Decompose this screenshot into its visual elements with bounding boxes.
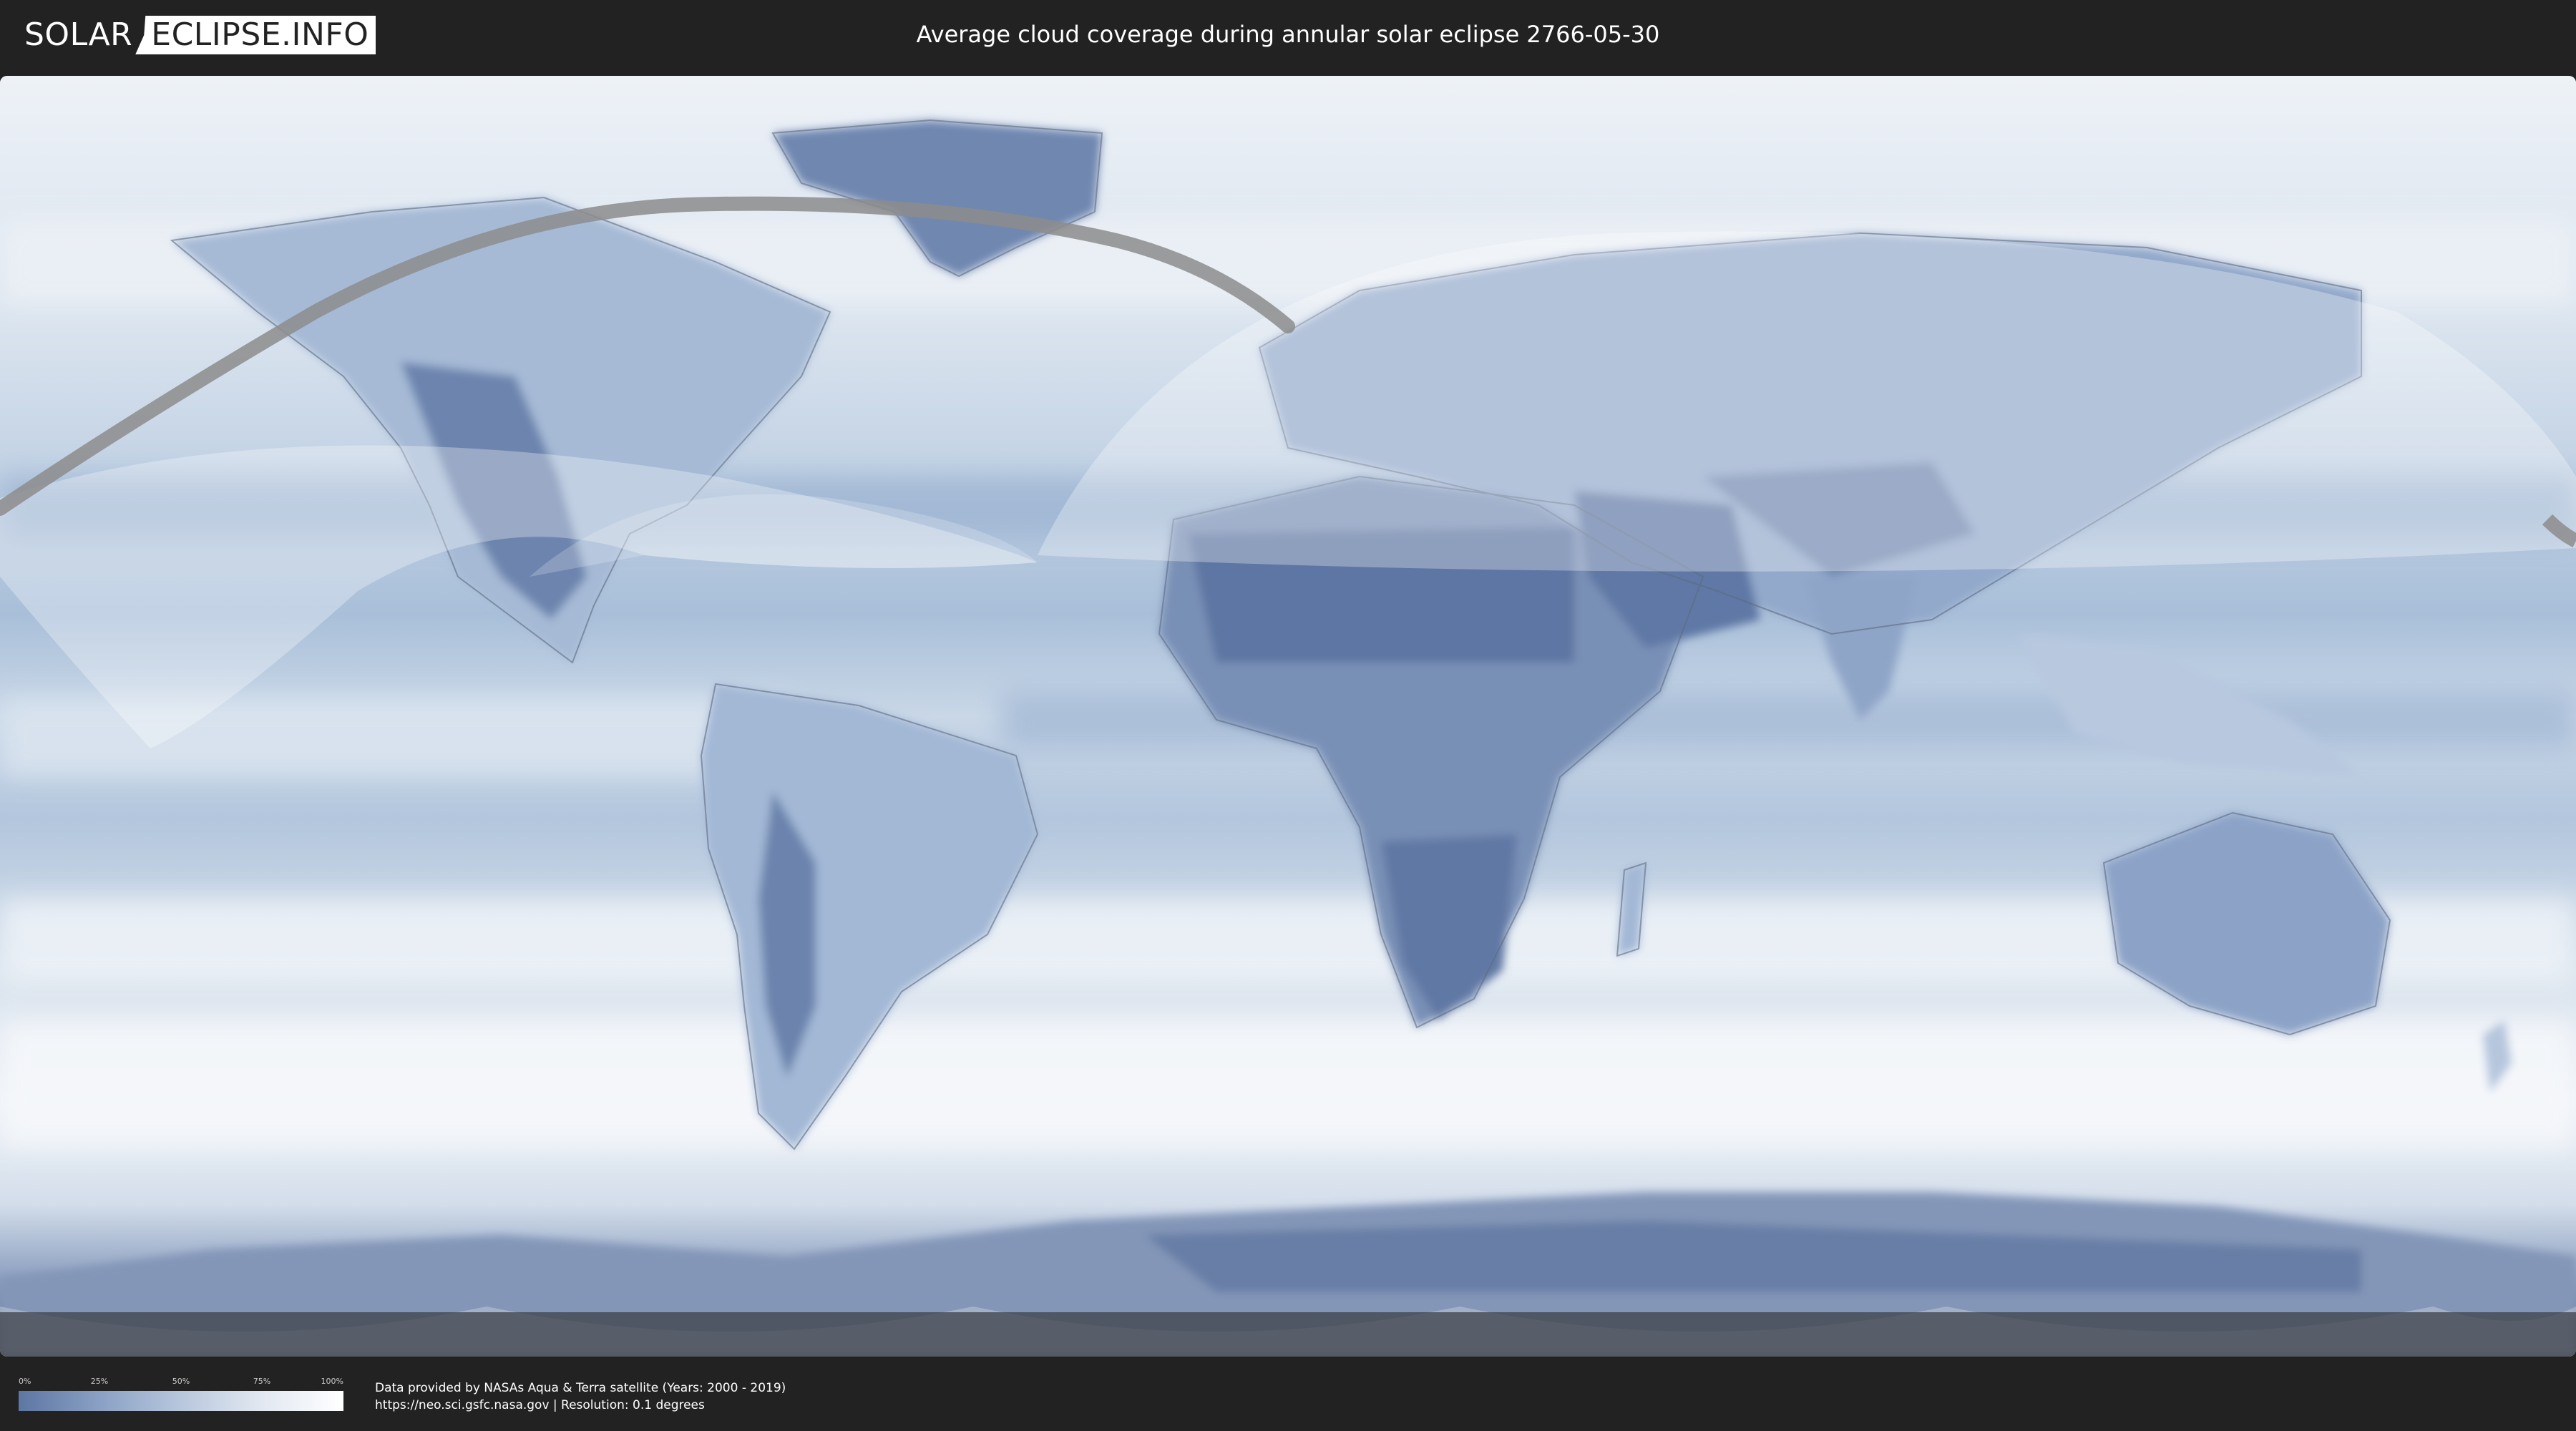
- legend-tick-75: 75%: [253, 1377, 271, 1386]
- map-svg: [0, 76, 2576, 1357]
- legend-tick-50: 50%: [172, 1377, 190, 1386]
- cloud-coverage-map: [0, 76, 2576, 1357]
- legend-tick-0: 0%: [19, 1377, 31, 1386]
- legend-tick-100: 100%: [321, 1377, 343, 1386]
- app-root: SOLAR ECLIPSE.INFO Average cloud coverag…: [0, 0, 2576, 1431]
- legend-tick-25: 25%: [90, 1377, 109, 1386]
- map-bottom-band: [0, 1312, 2576, 1357]
- page-title: Average cloud coverage during annular so…: [916, 21, 1660, 48]
- credit-line-url: https://neo.sci.gsfc.nasa.gov | Resoluti…: [375, 1398, 705, 1412]
- footer-bar: 0% 25% 50% 75% 100% Data provided by NAS…: [0, 1359, 2576, 1431]
- credit-line-source: Data provided by NASAs Aqua & Terra sate…: [375, 1381, 786, 1395]
- header-bar: SOLAR ECLIPSE.INFO Average cloud coverag…: [0, 0, 2576, 70]
- legend-ticks: 0% 25% 50% 75% 100%: [19, 1377, 343, 1390]
- cloud-coverage-legend: 0% 25% 50% 75% 100%: [19, 1377, 343, 1414]
- legend-color-bar: [19, 1391, 343, 1411]
- data-credits: Data provided by NASAs Aqua & Terra sate…: [375, 1379, 786, 1414]
